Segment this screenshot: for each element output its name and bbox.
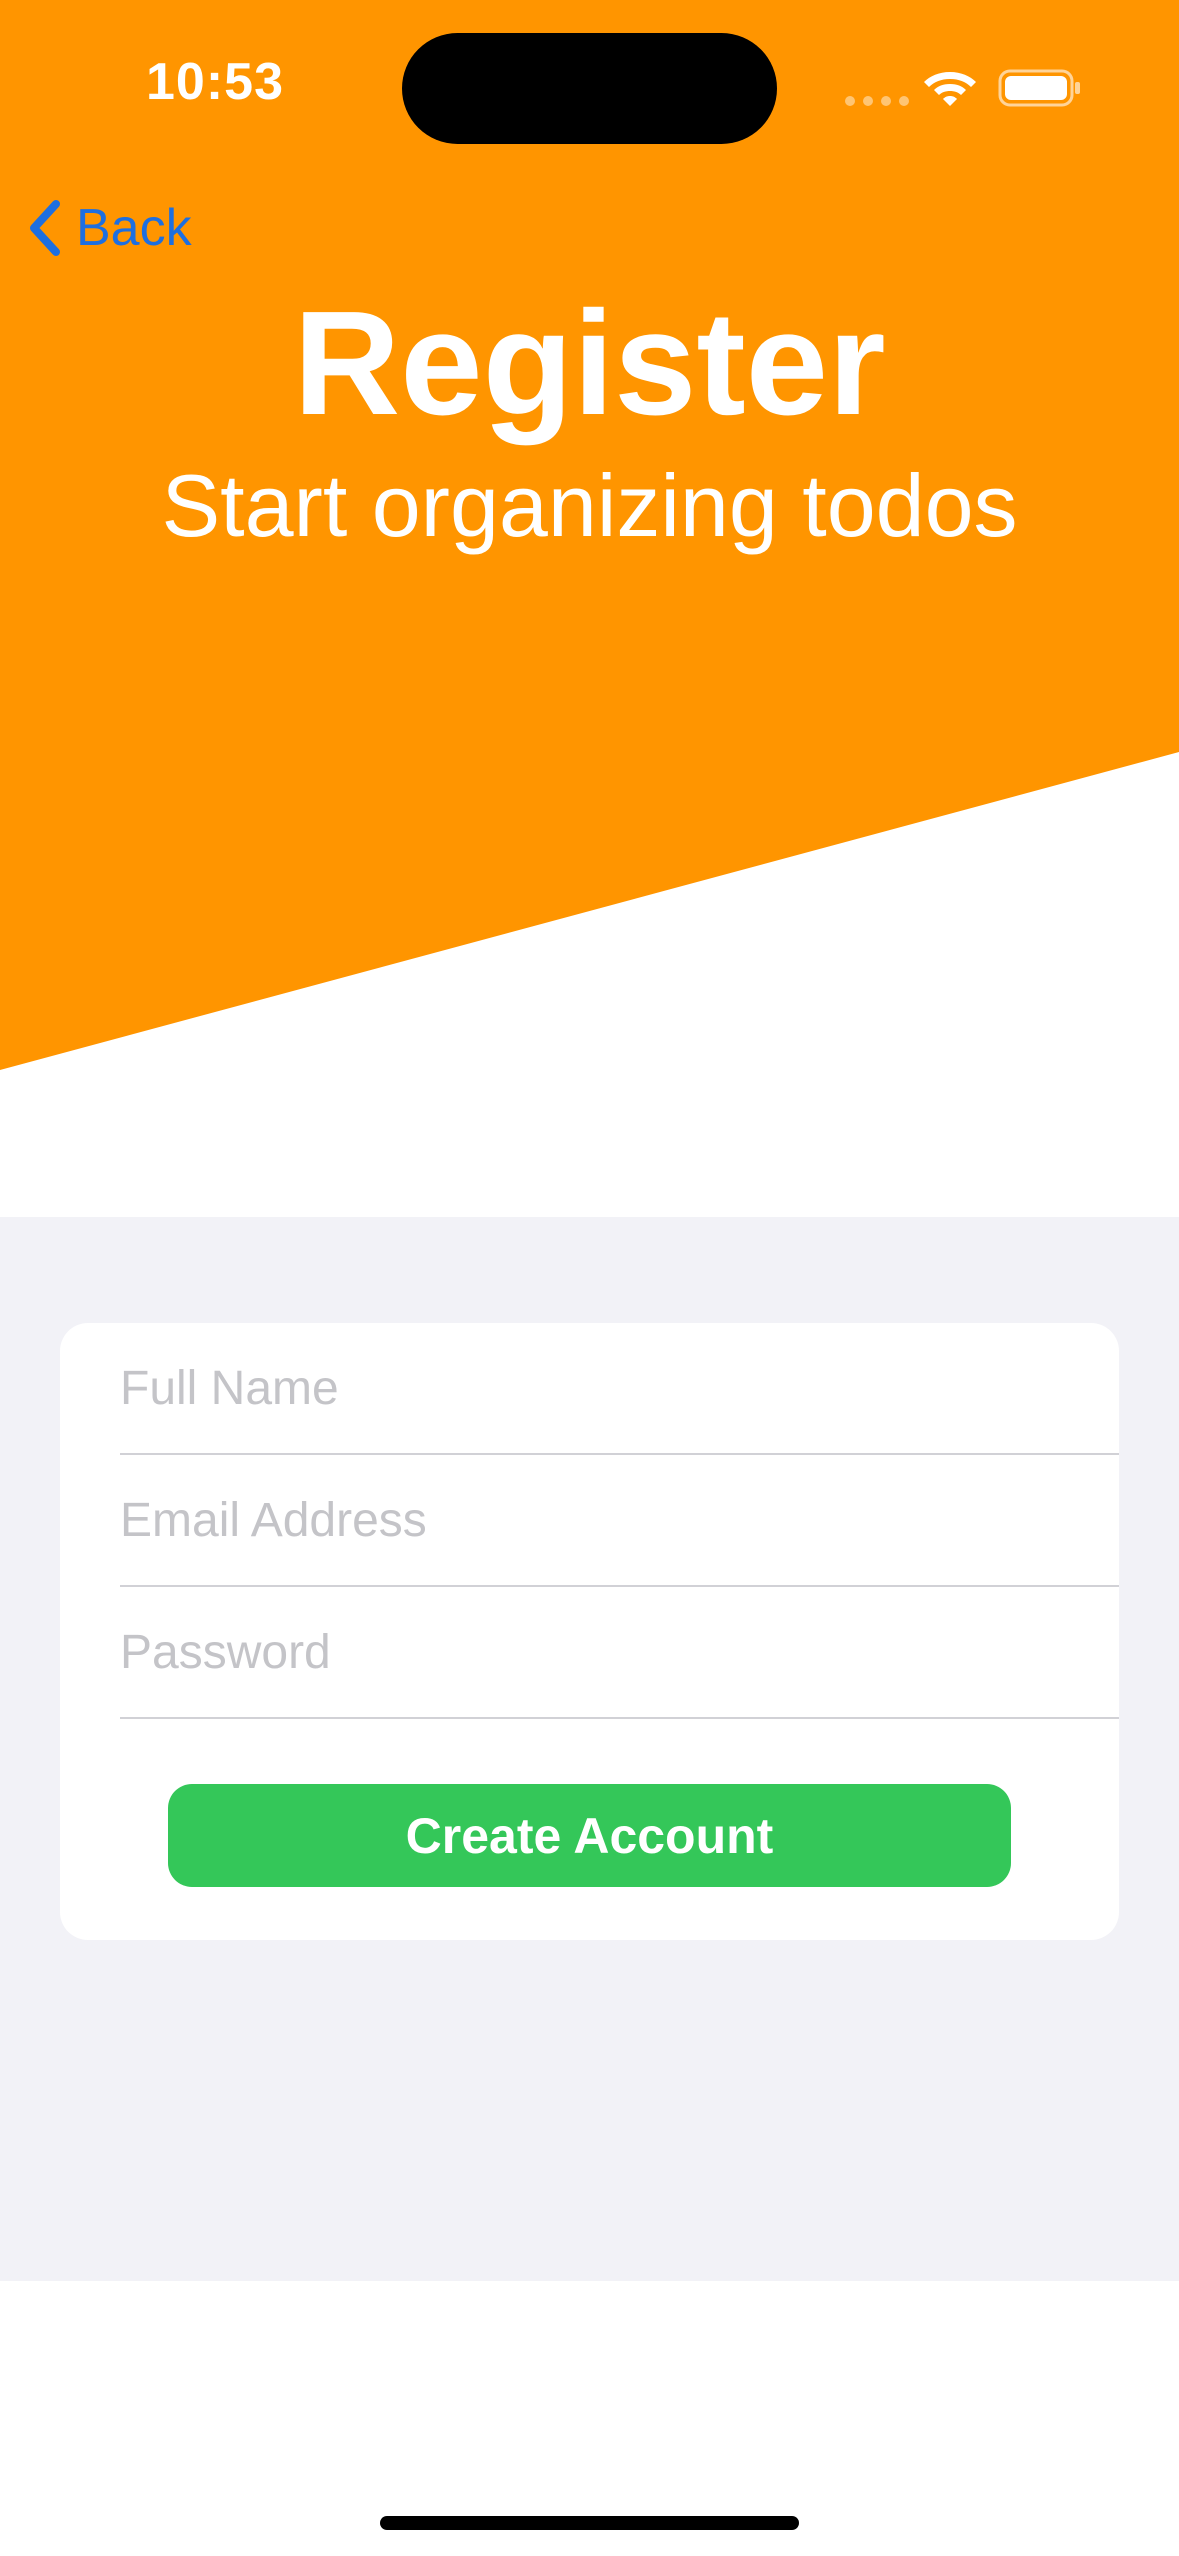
form-area: Create Account: [0, 1217, 1179, 2281]
home-indicator[interactable]: [380, 2516, 799, 2530]
back-button[interactable]: Back: [26, 196, 192, 260]
chevron-left-icon: [30, 200, 60, 256]
create-account-button[interactable]: Create Account: [168, 1784, 1011, 1887]
register-screen: 10:53 Back Register Start organizing tod…: [0, 0, 1179, 2556]
full-name-input[interactable]: [120, 1323, 1119, 1453]
email-row: [120, 1455, 1119, 1587]
battery-icon: [998, 69, 1080, 107]
full-name-row: [120, 1323, 1119, 1455]
status-bar: 10:53: [0, 0, 1179, 170]
page-subtitle: Start organizing todos: [161, 456, 1018, 555]
wifi-icon: [924, 72, 976, 106]
dynamic-island: [402, 33, 777, 144]
password-input[interactable]: [120, 1587, 1119, 1717]
cellular-signal-icon: [845, 96, 909, 106]
status-time: 10:53: [146, 53, 284, 111]
registration-form-card: Create Account: [60, 1323, 1119, 1940]
divider: [120, 1717, 1119, 1719]
page-title: Register: [293, 281, 886, 446]
back-label: Back: [76, 199, 192, 257]
email-address-input[interactable]: [120, 1455, 1119, 1585]
password-row: [120, 1587, 1119, 1719]
